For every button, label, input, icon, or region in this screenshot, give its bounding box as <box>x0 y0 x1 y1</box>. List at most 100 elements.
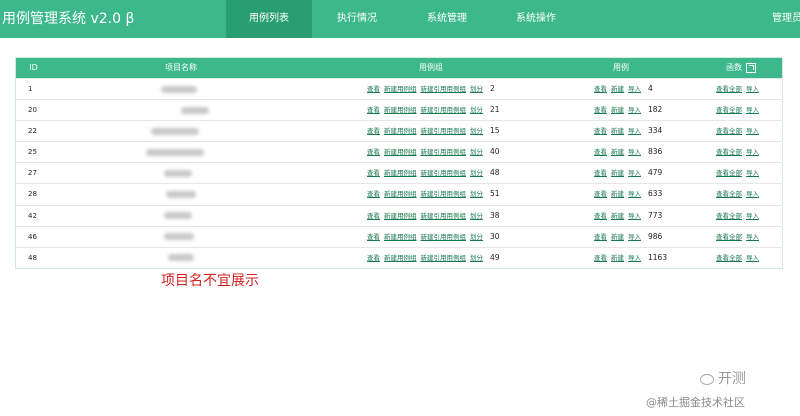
case-link-0[interactable]: 查看 <box>594 233 607 241</box>
nav-user-menu[interactable]: 管理员 <box>772 0 800 38</box>
group-link-2[interactable]: 新建引用用例组 <box>421 254 467 262</box>
group-link-1[interactable]: 新建用例组 <box>384 148 417 156</box>
function-link-0[interactable]: 查看全部 <box>716 148 742 156</box>
function-link-1[interactable]: 导入 <box>746 169 759 177</box>
group-link-3[interactable]: 划分 <box>470 148 483 156</box>
group-link-3[interactable]: 划分 <box>470 190 483 198</box>
case-count: 4 <box>648 84 653 93</box>
cell-project-name <box>161 79 197 99</box>
group-link-2[interactable]: 新建引用用例组 <box>421 190 467 198</box>
group-link-1[interactable]: 新建用例组 <box>384 85 417 93</box>
case-link-0[interactable]: 查看 <box>594 85 607 93</box>
group-link-0[interactable]: 查看 <box>367 169 380 177</box>
table-row: 42 查看 新建用例组 新建引用用例组 划分 38 查看 新建 导入 773 查看全部 导入 <box>16 204 782 226</box>
function-link-0[interactable]: 查看全部 <box>716 127 742 135</box>
case-link-2[interactable]: 导入 <box>628 169 641 177</box>
case-link-1[interactable]: 新建 <box>611 190 624 198</box>
function-link-0[interactable]: 查看全部 <box>716 233 742 241</box>
case-link-1[interactable]: 新建 <box>611 85 624 93</box>
group-link-0[interactable]: 查看 <box>367 212 380 220</box>
function-link-0[interactable]: 查看全部 <box>716 190 742 198</box>
group-link-1[interactable]: 新建用例组 <box>384 254 417 262</box>
group-link-2[interactable]: 新建引用用例组 <box>421 233 467 241</box>
case-link-0[interactable]: 查看 <box>594 169 607 177</box>
group-link-3[interactable]: 划分 <box>470 254 483 262</box>
group-link-3[interactable]: 划分 <box>470 127 483 135</box>
group-link-2[interactable]: 新建引用用例组 <box>421 212 467 220</box>
case-link-2[interactable]: 导入 <box>628 233 641 241</box>
case-link-2[interactable]: 导入 <box>628 85 641 93</box>
function-link-0[interactable]: 查看全部 <box>716 254 742 262</box>
case-link-0[interactable]: 查看 <box>594 106 607 114</box>
case-link-1[interactable]: 新建 <box>611 254 624 262</box>
function-link-1[interactable]: 导入 <box>746 85 759 93</box>
case-link-1[interactable]: 新建 <box>611 148 624 156</box>
group-link-1[interactable]: 新建用例组 <box>384 106 417 114</box>
group-link-3[interactable]: 划分 <box>470 106 483 114</box>
group-link-0[interactable]: 查看 <box>367 85 380 93</box>
group-link-3[interactable]: 划分 <box>470 233 483 241</box>
group-link-0[interactable]: 查看 <box>367 233 380 241</box>
group-link-3[interactable]: 划分 <box>470 212 483 220</box>
case-link-0[interactable]: 查看 <box>594 148 607 156</box>
case-link-1[interactable]: 新建 <box>611 233 624 241</box>
group-link-1[interactable]: 新建用例组 <box>384 127 417 135</box>
export-icon[interactable] <box>746 62 756 73</box>
case-link-1[interactable]: 新建 <box>611 212 624 220</box>
group-link-2[interactable]: 新建引用用例组 <box>421 127 467 135</box>
function-link-0[interactable]: 查看全部 <box>716 106 742 114</box>
nav-tab-execution[interactable]: 执行情况 <box>318 0 396 38</box>
group-link-2[interactable]: 新建引用用例组 <box>421 85 467 93</box>
group-link-0[interactable]: 查看 <box>367 254 380 262</box>
cell-id: 46 <box>28 227 37 247</box>
group-link-0[interactable]: 查看 <box>367 106 380 114</box>
cell-case: 查看 新建 导入 182 <box>594 100 662 120</box>
case-link-2[interactable]: 导入 <box>628 190 641 198</box>
group-link-0[interactable]: 查看 <box>367 190 380 198</box>
group-link-1[interactable]: 新建用例组 <box>384 190 417 198</box>
nav-tab-system-operation[interactable]: 系统操作 <box>497 0 575 38</box>
case-link-2[interactable]: 导入 <box>628 127 641 135</box>
wechat-icon <box>700 373 714 385</box>
case-link-1[interactable]: 新建 <box>611 106 624 114</box>
function-link-0[interactable]: 查看全部 <box>716 212 742 220</box>
nav-tab-system-management[interactable]: 系统管理 <box>408 0 486 38</box>
redacted-project-name <box>181 106 209 114</box>
function-link-1[interactable]: 导入 <box>746 254 759 262</box>
row-id: 25 <box>28 148 37 157</box>
case-link-2[interactable]: 导入 <box>628 212 641 220</box>
group-link-1[interactable]: 新建用例组 <box>384 212 417 220</box>
case-link-2[interactable]: 导入 <box>628 148 641 156</box>
group-link-2[interactable]: 新建引用用例组 <box>421 169 467 177</box>
nav-tab-case-list[interactable]: 用例列表 <box>226 0 312 38</box>
function-link-1[interactable]: 导入 <box>746 190 759 198</box>
case-count: 633 <box>648 189 663 199</box>
function-link-1[interactable]: 导入 <box>746 127 759 135</box>
case-link-2[interactable]: 导入 <box>628 106 641 114</box>
header-case: 用例 <box>613 63 629 72</box>
group-link-3[interactable]: 划分 <box>470 85 483 93</box>
case-link-2[interactable]: 导入 <box>628 254 641 262</box>
case-link-0[interactable]: 查看 <box>594 212 607 220</box>
function-link-0[interactable]: 查看全部 <box>716 169 742 177</box>
case-link-1[interactable]: 新建 <box>611 127 624 135</box>
case-link-0[interactable]: 查看 <box>594 254 607 262</box>
table-row: 46 查看 新建用例组 新建引用用例组 划分 30 查看 新建 导入 986 查看全部 导入 <box>16 225 782 247</box>
group-link-1[interactable]: 新建用例组 <box>384 169 417 177</box>
function-link-1[interactable]: 导入 <box>746 148 759 156</box>
group-link-2[interactable]: 新建引用用例组 <box>421 106 467 114</box>
case-link-0[interactable]: 查看 <box>594 127 607 135</box>
cell-case-group: 查看 新建用例组 新建引用用例组 划分 30 <box>367 227 500 247</box>
function-link-1[interactable]: 导入 <box>746 233 759 241</box>
group-link-0[interactable]: 查看 <box>367 148 380 156</box>
group-link-3[interactable]: 划分 <box>470 169 483 177</box>
case-link-0[interactable]: 查看 <box>594 190 607 198</box>
function-link-1[interactable]: 导入 <box>746 106 759 114</box>
group-link-2[interactable]: 新建引用用例组 <box>421 148 467 156</box>
function-link-1[interactable]: 导入 <box>746 212 759 220</box>
group-link-0[interactable]: 查看 <box>367 127 380 135</box>
table-row: 20 查看 新建用例组 新建引用用例组 划分 21 查看 新建 导入 182 查看全部 导入 <box>16 99 782 121</box>
group-link-1[interactable]: 新建用例组 <box>384 233 417 241</box>
function-link-0[interactable]: 查看全部 <box>716 85 742 93</box>
case-link-1[interactable]: 新建 <box>611 169 624 177</box>
